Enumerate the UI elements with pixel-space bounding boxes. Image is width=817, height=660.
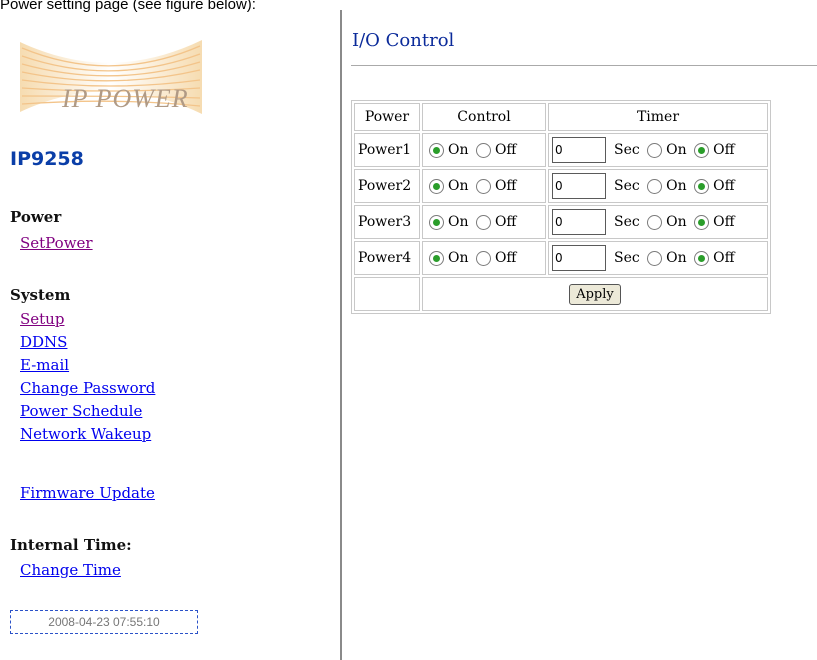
timer-on-radio[interactable] [647,214,663,230]
section-title-internal-time: Internal Time: [10,536,132,554]
timer-off-radio[interactable] [694,250,710,266]
section-title-power: Power [10,208,62,226]
sidebar-divider [340,10,342,660]
control-cell: On Off [422,169,546,203]
off-label: Off [494,214,517,230]
off-label: Off [713,250,735,266]
control-on-radio[interactable] [429,250,444,266]
control-off-radio[interactable] [475,250,491,266]
timer-cell: Sec On Off [548,169,768,203]
off-label: Off [713,178,735,194]
ip-power-logo: IP POWER [10,30,210,122]
apply-cell: Apply [422,277,768,311]
off-label: Off [494,250,517,266]
control-cell: On Off [422,205,546,239]
on-label: On [666,250,687,266]
apply-row: Apply [354,277,768,311]
row-power-name: Power2 [354,169,420,203]
timer-seconds-input[interactable] [552,209,606,235]
on-label: On [448,250,469,266]
sec-label: Sec [614,214,640,230]
row-power-name: Power3 [354,205,420,239]
timer-on-radio[interactable] [647,250,663,266]
control-on-radio[interactable] [429,214,444,230]
timer-seconds-input[interactable] [552,173,606,199]
apply-row-spacer [354,277,420,311]
nav-link-setup[interactable]: Setup [20,310,64,328]
header-power: Power [354,103,420,131]
control-on-radio[interactable] [429,178,444,194]
nav-link-firmware-update[interactable]: Firmware Update [20,484,155,502]
on-label: On [666,214,687,230]
off-label: Off [713,214,735,230]
nav-link-change-time[interactable]: Change Time [20,561,121,579]
title-rule [351,65,817,66]
table-row: Power1 On Off Sec On Off [354,133,768,167]
on-label: On [666,142,687,158]
header-control: Control [422,103,546,131]
sec-label: Sec [614,250,640,266]
timer-cell: Sec On Off [548,133,768,167]
device-model: IP9258 [10,148,84,170]
timer-on-radio[interactable] [647,142,663,158]
page-title: I/O Control [352,30,455,51]
control-off-radio[interactable] [475,214,491,230]
timer-seconds-input[interactable] [552,137,606,163]
timer-seconds-input[interactable] [552,245,606,271]
off-label: Off [713,142,735,158]
on-label: On [666,178,687,194]
table-row: Power3 On Off Sec On Off [354,205,768,239]
control-cell: On Off [422,133,546,167]
on-label: On [448,214,469,230]
off-label: Off [494,178,517,194]
nav-link-email[interactable]: E-mail [20,356,69,374]
on-label: On [448,178,469,194]
internal-time-display: 2008-04-23 07:55:10 [10,610,198,634]
apply-button[interactable]: Apply [569,283,621,305]
table-row: Power4 On Off Sec On Off [354,241,768,275]
io-control-table: Power Control Timer Power1 On Off Sec On… [351,100,771,314]
nav-link-change-password[interactable]: Change Password [20,379,155,397]
nav-link-power-schedule[interactable]: Power Schedule [20,402,142,420]
control-cell: On Off [422,241,546,275]
on-label: On [448,142,469,158]
timer-cell: Sec On Off [548,205,768,239]
control-off-radio[interactable] [475,142,491,158]
row-power-name: Power4 [354,241,420,275]
sidebar: IP POWER IP9258 Power SetPower System Se… [0,0,340,660]
sec-label: Sec [614,178,640,194]
nav-link-network-wakeup[interactable]: Network Wakeup [20,425,151,443]
nav-link-setpower[interactable]: SetPower [20,234,93,252]
main-content: I/O Control Power Control Timer Power1 O… [351,0,817,660]
logo-text: IP POWER [62,84,189,113]
timer-cell: Sec On Off [548,241,768,275]
timer-on-radio[interactable] [647,178,663,194]
nav-link-ddns[interactable]: DDNS [20,333,67,351]
control-off-radio[interactable] [475,178,491,194]
row-power-name: Power1 [354,133,420,167]
off-label: Off [494,142,517,158]
table-row: Power2 On Off Sec On Off [354,169,768,203]
control-on-radio[interactable] [429,142,444,158]
timer-off-radio[interactable] [694,178,710,194]
section-title-system: System [10,286,71,304]
sec-label: Sec [614,142,640,158]
table-header-row: Power Control Timer [354,103,768,131]
timer-off-radio[interactable] [694,142,710,158]
header-timer: Timer [548,103,768,131]
timer-off-radio[interactable] [694,214,710,230]
